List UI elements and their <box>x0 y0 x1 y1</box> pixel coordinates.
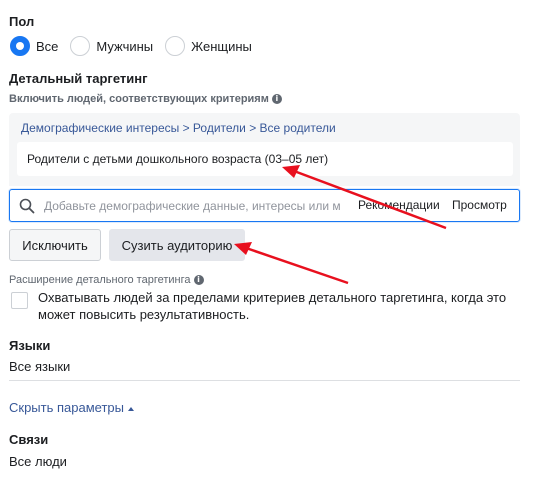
recommendations-link[interactable]: Рекомендации <box>358 198 440 212</box>
caret-up-icon <box>127 406 134 411</box>
gender-option-all[interactable]: Все <box>10 36 62 56</box>
annotation-arrow-2 <box>234 242 349 285</box>
connections-value[interactable]: Все люди <box>9 454 67 469</box>
detailed-targeting-title: Детальный таргетинг <box>9 71 148 86</box>
gender-option-label: Мужчины <box>96 38 154 54</box>
browse-link[interactable]: Просмотр <box>452 198 507 212</box>
gender-option-male[interactable]: Мужчины <box>70 36 157 56</box>
expansion-title: Расширение детального таргетинга i <box>9 274 204 286</box>
radio-unselected-icon[interactable] <box>70 36 91 56</box>
gender-option-label: Женщины <box>191 38 252 54</box>
expansion-title-text: Расширение детального таргетинга <box>9 274 191 286</box>
radio-selected-icon[interactable] <box>10 36 30 56</box>
search-icon <box>19 198 35 214</box>
languages-title: Языки <box>9 338 51 353</box>
gender-title: Пол <box>9 14 35 29</box>
targeting-search-input[interactable] <box>44 196 354 216</box>
hide-params-link[interactable]: Скрыть параметры <box>9 400 134 415</box>
exclude-button[interactable]: Исключить <box>9 229 101 261</box>
expansion-checkbox[interactable] <box>11 292 28 309</box>
narrow-audience-button[interactable]: Сузить аудиторию <box>109 229 245 261</box>
hide-params-label: Скрыть параметры <box>9 400 124 415</box>
gender-option-label: Все <box>36 38 59 54</box>
breadcrumb[interactable]: Демографические интересы > Родители > Вс… <box>21 121 336 135</box>
expansion-description: Охватывать людей за пределами критериев … <box>38 290 507 322</box>
connections-title: Связи <box>9 432 49 447</box>
info-icon[interactable]: i <box>193 275 204 286</box>
detailed-targeting-subtitle: Включить людей, соответствующих критерия… <box>9 93 282 105</box>
selected-targeting-item[interactable]: Родители с детьми дошкольного возраста (… <box>17 142 513 176</box>
gender-option-female[interactable]: Женщины <box>165 36 256 56</box>
info-icon[interactable]: i <box>271 94 282 105</box>
languages-value[interactable]: Все языки <box>9 359 70 374</box>
detailed-targeting-subtitle-text: Включить людей, соответствующих критерия… <box>9 93 269 105</box>
targeting-search-box[interactable]: Рекомендации Просмотр <box>9 189 520 222</box>
radio-unselected-icon[interactable] <box>165 36 186 56</box>
divider <box>9 380 520 381</box>
gender-radio-group: Все Мужчины Женщины <box>10 34 264 58</box>
targeting-selection-panel: Демографические интересы > Родители > Вс… <box>9 113 520 186</box>
